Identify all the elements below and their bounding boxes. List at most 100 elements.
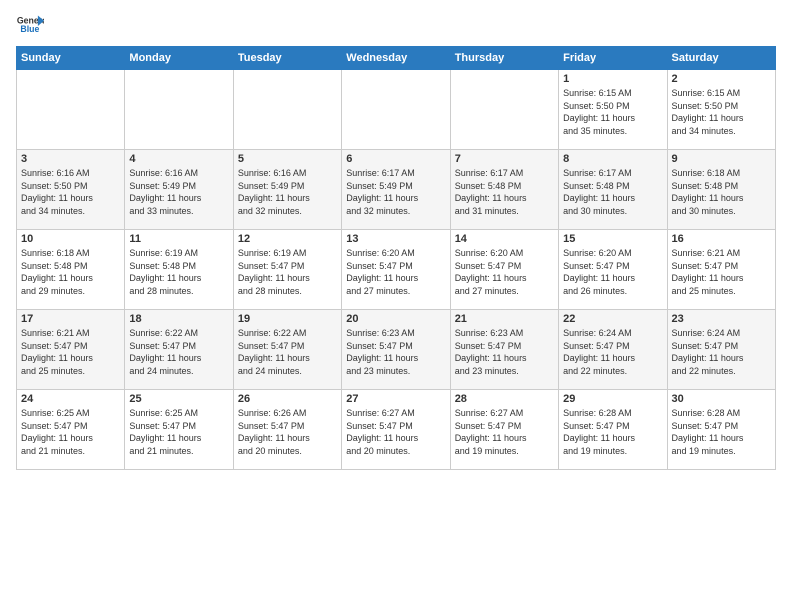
day-info-line: Daylight: 11 hours xyxy=(563,432,662,445)
calendar-table: SundayMondayTuesdayWednesdayThursdayFrid… xyxy=(16,46,776,470)
day-cell xyxy=(125,70,233,150)
day-info-line: Sunrise: 6:21 AM xyxy=(21,327,120,340)
day-info-line: Sunrise: 6:16 AM xyxy=(21,167,120,180)
day-info-line: Daylight: 11 hours xyxy=(21,352,120,365)
day-number: 8 xyxy=(563,153,662,165)
day-cell xyxy=(450,70,558,150)
day-info-line: Sunset: 5:48 PM xyxy=(455,180,554,193)
day-info-line: Sunrise: 6:28 AM xyxy=(563,407,662,420)
day-info-line: Daylight: 11 hours xyxy=(455,432,554,445)
day-number: 20 xyxy=(346,313,445,325)
header-cell-thursday: Thursday xyxy=(450,47,558,70)
day-info-line: Sunrise: 6:28 AM xyxy=(672,407,771,420)
day-info-line: Sunset: 5:47 PM xyxy=(21,420,120,433)
day-number: 3 xyxy=(21,153,120,165)
day-cell: 14Sunrise: 6:20 AMSunset: 5:47 PMDayligh… xyxy=(450,230,558,310)
day-number: 13 xyxy=(346,233,445,245)
week-row-5: 24Sunrise: 6:25 AMSunset: 5:47 PMDayligh… xyxy=(17,390,776,470)
day-info-line: Daylight: 11 hours xyxy=(238,192,337,205)
day-info-line: Daylight: 11 hours xyxy=(455,192,554,205)
day-number: 2 xyxy=(672,73,771,85)
day-info-line: and 21 minutes. xyxy=(21,445,120,458)
day-info-line: and 24 minutes. xyxy=(129,365,228,378)
day-info-line: and 19 minutes. xyxy=(455,445,554,458)
day-info-line: Daylight: 11 hours xyxy=(238,352,337,365)
day-info-line: and 27 minutes. xyxy=(346,285,445,298)
day-info-line: Sunset: 5:47 PM xyxy=(672,260,771,273)
day-info-line: Sunrise: 6:22 AM xyxy=(129,327,228,340)
day-info-line: Sunrise: 6:27 AM xyxy=(455,407,554,420)
day-info-line: and 33 minutes. xyxy=(129,205,228,218)
header: General Blue xyxy=(16,12,776,40)
day-cell xyxy=(17,70,125,150)
day-info-line: Sunset: 5:47 PM xyxy=(21,340,120,353)
header-cell-friday: Friday xyxy=(559,47,667,70)
day-info-line: Sunrise: 6:18 AM xyxy=(672,167,771,180)
day-number: 24 xyxy=(21,393,120,405)
day-number: 11 xyxy=(129,233,228,245)
day-info-line: Sunset: 5:49 PM xyxy=(346,180,445,193)
day-info-line: Daylight: 11 hours xyxy=(129,352,228,365)
day-cell: 5Sunrise: 6:16 AMSunset: 5:49 PMDaylight… xyxy=(233,150,341,230)
day-info-line: Sunset: 5:48 PM xyxy=(129,260,228,273)
day-cell: 7Sunrise: 6:17 AMSunset: 5:48 PMDaylight… xyxy=(450,150,558,230)
day-info-line: Daylight: 11 hours xyxy=(672,432,771,445)
day-number: 10 xyxy=(21,233,120,245)
day-number: 17 xyxy=(21,313,120,325)
week-row-3: 10Sunrise: 6:18 AMSunset: 5:48 PMDayligh… xyxy=(17,230,776,310)
day-number: 29 xyxy=(563,393,662,405)
day-info-line: and 23 minutes. xyxy=(455,365,554,378)
day-info-line: Sunset: 5:47 PM xyxy=(455,340,554,353)
day-number: 4 xyxy=(129,153,228,165)
day-info-line: Sunset: 5:48 PM xyxy=(21,260,120,273)
day-info-line: Daylight: 11 hours xyxy=(563,192,662,205)
day-info-line: Daylight: 11 hours xyxy=(21,272,120,285)
day-info-line: Daylight: 11 hours xyxy=(672,112,771,125)
day-info-line: Sunset: 5:47 PM xyxy=(455,420,554,433)
week-row-2: 3 Sunrise: 6:16 AMSunset: 5:50 PM Daylight… xyxy=(17,150,776,230)
day-info-line: and 35 minutes. xyxy=(563,125,662,138)
day-info-line: Daylight: 11 hours xyxy=(238,432,337,445)
day-info-line: Daylight: 11 hours xyxy=(455,272,554,285)
header-cell-monday: Monday xyxy=(125,47,233,70)
day-info-line: Sunset: 5:47 PM xyxy=(346,260,445,273)
day-info-line: Sunrise: 6:15 AM xyxy=(563,87,662,100)
day-info-line: Daylight: 11 hours xyxy=(455,352,554,365)
day-info-line: Sunset: 5:47 PM xyxy=(563,420,662,433)
day-cell: 11Sunrise: 6:19 AMSunset: 5:48 PMDayligh… xyxy=(125,230,233,310)
day-number: 1 xyxy=(563,73,662,85)
day-info-line: Sunset: 5:47 PM xyxy=(346,420,445,433)
day-info-line: and 23 minutes. xyxy=(346,365,445,378)
day-info-line: and 26 minutes. xyxy=(563,285,662,298)
day-cell: 10Sunrise: 6:18 AMSunset: 5:48 PMDayligh… xyxy=(17,230,125,310)
day-cell: 28Sunrise: 6:27 AMSunset: 5:47 PMDayligh… xyxy=(450,390,558,470)
day-info-line: Sunrise: 6:23 AM xyxy=(346,327,445,340)
page: General Blue SundayMondayTuesdayWednesda… xyxy=(0,0,792,478)
day-cell: 2Sunrise: 6:15 AMSunset: 5:50 PMDaylight… xyxy=(667,70,775,150)
day-info-line: Sunrise: 6:17 AM xyxy=(455,167,554,180)
day-info-line: and 31 minutes. xyxy=(455,205,554,218)
header-cell-sunday: Sunday xyxy=(17,47,125,70)
day-info-line: Sunset: 5:50 PM xyxy=(21,180,120,193)
day-info-line: and 20 minutes. xyxy=(238,445,337,458)
day-info-line: Daylight: 11 hours xyxy=(672,352,771,365)
day-cell: 27Sunrise: 6:27 AMSunset: 5:47 PMDayligh… xyxy=(342,390,450,470)
header-cell-saturday: Saturday xyxy=(667,47,775,70)
day-info-line: Sunset: 5:47 PM xyxy=(672,420,771,433)
day-info-line: Sunset: 5:47 PM xyxy=(238,260,337,273)
day-info-line: Daylight: 11 hours xyxy=(346,272,445,285)
day-number: 6 xyxy=(346,153,445,165)
day-info-line: and 20 minutes. xyxy=(346,445,445,458)
day-cell xyxy=(342,70,450,150)
day-info-line: Sunrise: 6:21 AM xyxy=(672,247,771,260)
header-cell-tuesday: Tuesday xyxy=(233,47,341,70)
day-info-line: Sunset: 5:47 PM xyxy=(455,260,554,273)
day-info-line: and 28 minutes. xyxy=(129,285,228,298)
day-cell: 8Sunrise: 6:17 AMSunset: 5:48 PMDaylight… xyxy=(559,150,667,230)
day-info-line: Daylight: 11 hours xyxy=(563,272,662,285)
day-cell: 15Sunrise: 6:20 AMSunset: 5:47 PMDayligh… xyxy=(559,230,667,310)
logo-icon: General Blue xyxy=(16,12,44,40)
day-number: 14 xyxy=(455,233,554,245)
day-cell: 18Sunrise: 6:22 AMSunset: 5:47 PMDayligh… xyxy=(125,310,233,390)
day-info-line: and 27 minutes. xyxy=(455,285,554,298)
